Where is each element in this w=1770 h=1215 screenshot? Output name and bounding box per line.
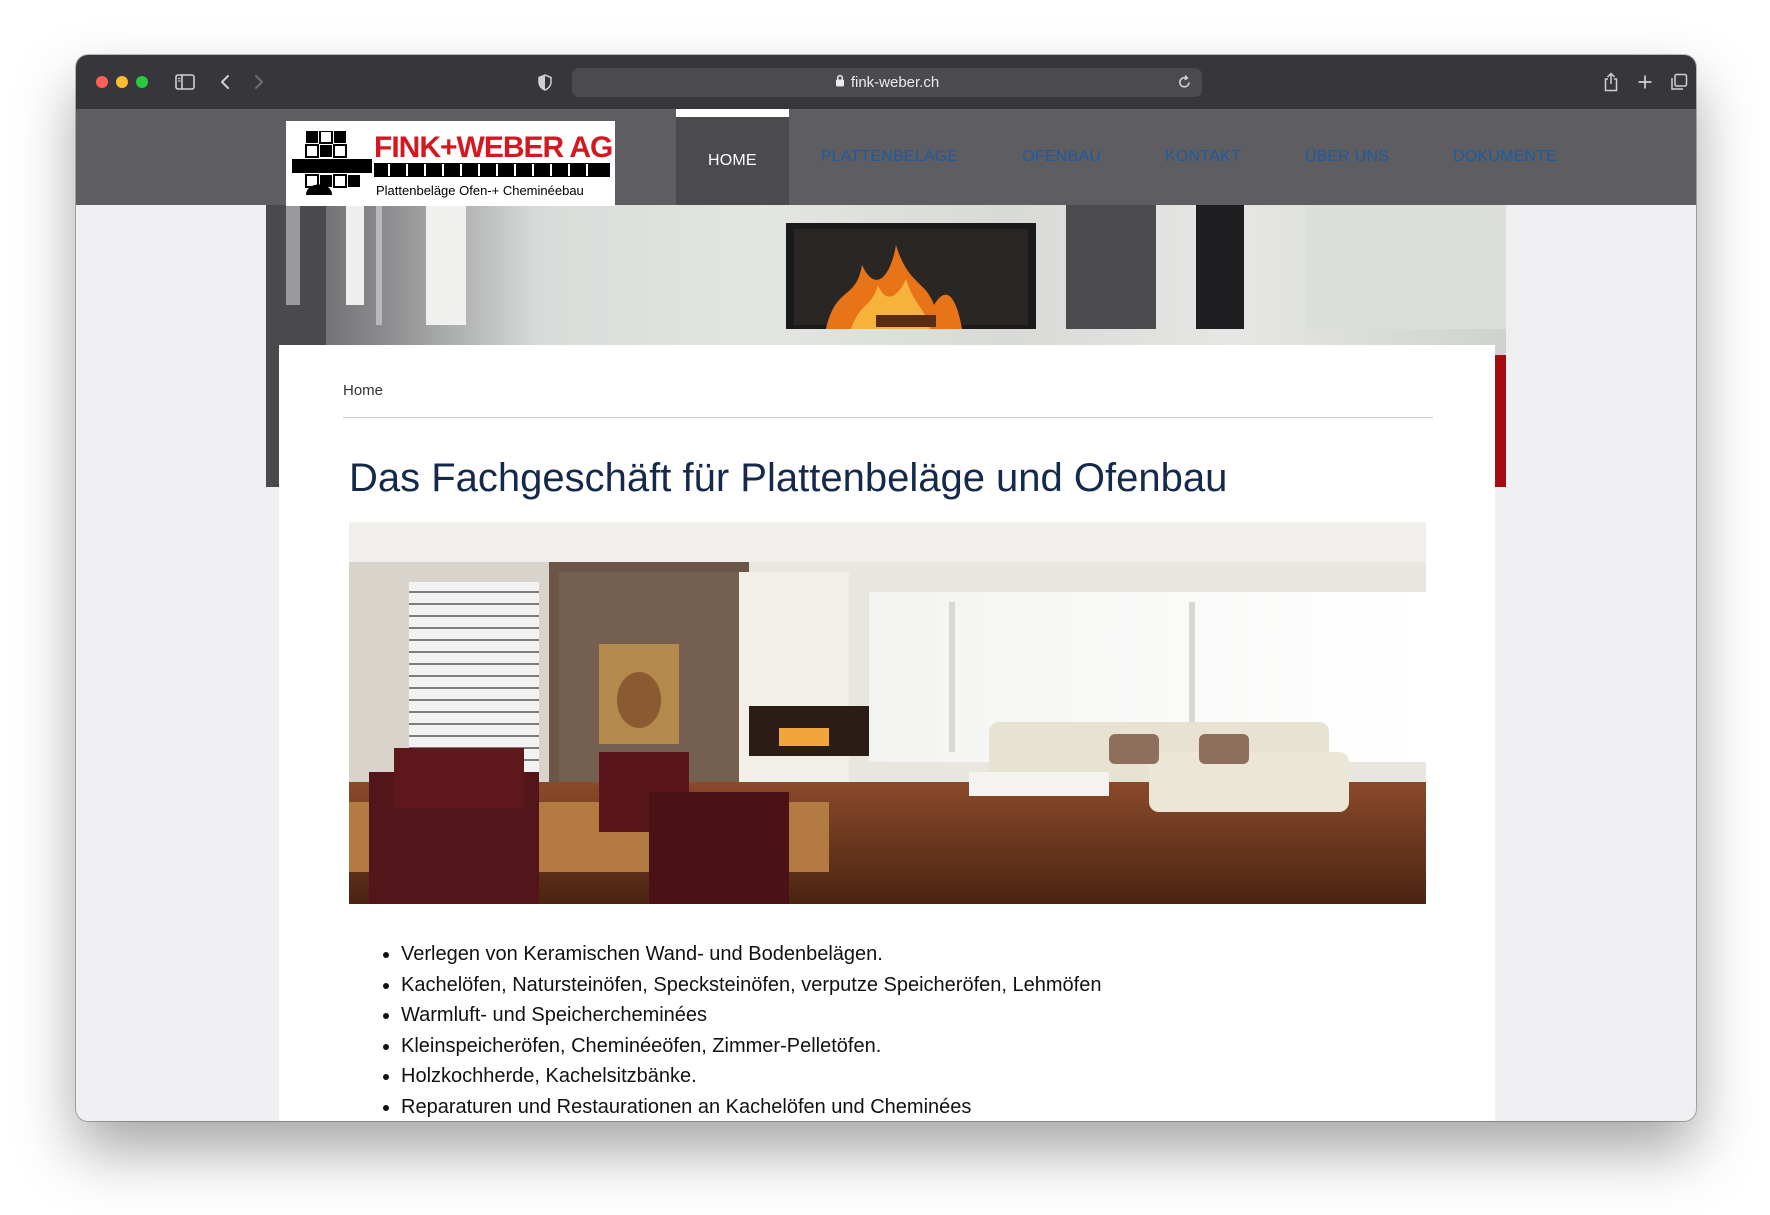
share-icon[interactable]: [1598, 69, 1624, 95]
nav-item-ueber-uns[interactable]: ÜBER UNS: [1273, 109, 1421, 205]
maximize-window-button[interactable]: [136, 76, 148, 88]
breadcrumb[interactable]: Home: [343, 382, 383, 399]
feature-item: Holzkochherde, Kachelsitzbänke.: [401, 1061, 1101, 1092]
tab-overview-icon[interactable]: [1666, 69, 1692, 95]
company-logo[interactable]: FINK+WEBER AG Plattenbeläge Ofen-+ Chemi…: [286, 121, 615, 206]
logo-tile-band: [374, 163, 610, 177]
minimize-window-button[interactable]: [116, 76, 128, 88]
address-bar[interactable]: fink-weber.ch: [572, 68, 1202, 97]
nav-item-dokumente[interactable]: DOKUMENTE: [1421, 109, 1589, 205]
page-title: Das Fachgeschäft für Plattenbeläge und O…: [349, 456, 1228, 500]
feature-item: Warmluft- und Speichercheminées: [401, 1000, 1101, 1031]
main-navigation: HOME PLATTENBELÄGE OFENBAU KONTAKT ÜBER …: [676, 109, 1589, 205]
forward-arrow-icon[interactable]: [246, 69, 272, 95]
feature-item: Kleinspeicheröfen, Cheminéeöfen, Zimmer-…: [401, 1031, 1101, 1062]
nav-item-kontakt[interactable]: KONTAKT: [1133, 109, 1273, 205]
feature-item: Reparaturen und Restaurationen an Kachel…: [401, 1092, 1101, 1122]
sidebar-toggle-icon[interactable]: [172, 69, 198, 95]
living-room-illustration: [349, 522, 1426, 904]
feature-item: Verlegen von Keramischen Wand- und Boden…: [401, 939, 1101, 970]
browser-toolbar: fink-weber.ch: [76, 55, 1696, 110]
nav-item-home[interactable]: HOME: [676, 109, 789, 205]
back-arrow-icon[interactable]: [212, 69, 238, 95]
nav-item-ofenbau[interactable]: OFENBAU: [990, 109, 1133, 205]
living-room-photo: [349, 522, 1426, 904]
content-card: Home Das Fachgeschäft für Plattenbeläge …: [279, 345, 1495, 1121]
feature-item: Kachelöfen, Natursteinöfen, Specksteinöf…: [401, 970, 1101, 1001]
close-window-button[interactable]: [96, 76, 108, 88]
logo-tagline: Plattenbeläge Ofen-+ Cheminéebau: [376, 183, 584, 198]
lock-icon: [835, 74, 845, 91]
shield-icon[interactable]: [532, 69, 558, 95]
new-tab-plus-icon[interactable]: [1632, 69, 1658, 95]
reload-icon[interactable]: [1177, 74, 1192, 95]
breadcrumb-divider: [343, 417, 1433, 418]
nav-item-plattenbelaege[interactable]: PLATTENBELÄGE: [789, 109, 990, 205]
feature-list: Verlegen von Keramischen Wand- und Boden…: [349, 939, 1101, 1121]
url-text: fink-weber.ch: [850, 74, 940, 91]
logo-tile-graphic: [292, 131, 372, 195]
logo-wordmark: FINK+WEBER AG: [374, 131, 613, 164]
browser-window: fink-weber.ch FINK+WEBER AG Plattenbeläg…: [76, 55, 1696, 1121]
